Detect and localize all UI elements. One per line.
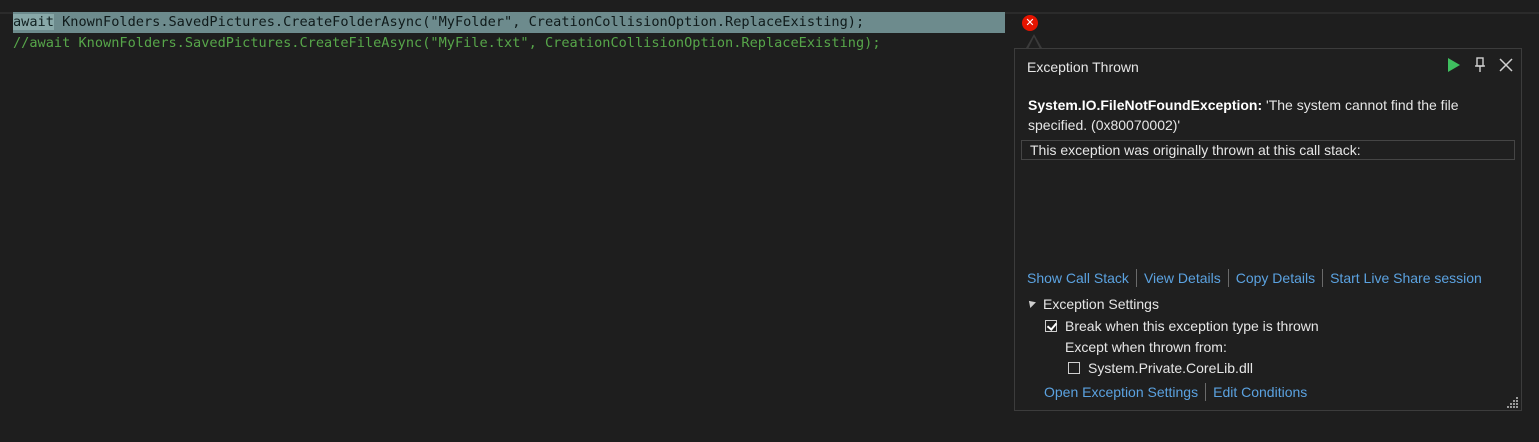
code-line-1-text: KnownFolders.SavedPictures.CreateFolderA…	[53, 14, 865, 30]
link-separator	[1322, 269, 1324, 287]
open-exception-settings-link[interactable]: Open Exception Settings	[1044, 384, 1198, 400]
bottom-links: Open Exception Settings Edit Conditions	[1044, 382, 1307, 402]
continue-button[interactable]	[1445, 56, 1463, 74]
resize-grip-icon[interactable]	[1507, 396, 1519, 408]
edit-conditions-link[interactable]: Edit Conditions	[1213, 384, 1307, 400]
exception-message: System.IO.FileNotFoundException: 'The sy…	[1028, 95, 1508, 135]
exception-type: System.IO.FileNotFoundException:	[1028, 97, 1263, 113]
link-separator	[1135, 269, 1137, 287]
action-links: Show Call Stack View Details Copy Detail…	[1027, 268, 1482, 288]
code-line-1[interactable]: await KnownFolders.SavedPictures.CreateF…	[13, 12, 865, 32]
error-close-icon[interactable]: ✕	[1022, 15, 1038, 31]
close-icon	[1499, 58, 1513, 72]
code-line-2[interactable]: //await KnownFolders.SavedPictures.Creat…	[13, 33, 881, 53]
show-call-stack-link[interactable]: Show Call Stack	[1027, 270, 1129, 286]
except-when-label: Except when thrown from:	[1065, 339, 1227, 355]
corelib-checkbox[interactable]	[1068, 362, 1080, 374]
break-when-thrown-label: Break when this exception type is thrown	[1065, 318, 1319, 334]
popup-title: Exception Thrown	[1027, 59, 1139, 75]
exception-settings-label: Exception Settings	[1043, 296, 1159, 312]
exception-settings-toggle[interactable]: Exception Settings	[1026, 296, 1159, 312]
close-button[interactable]	[1497, 56, 1515, 74]
link-separator	[1227, 269, 1229, 287]
corelib-row[interactable]: System.Private.CoreLib.dll	[1068, 360, 1253, 376]
live-share-link[interactable]: Start Live Share session	[1330, 270, 1482, 286]
view-details-link[interactable]: View Details	[1144, 270, 1221, 286]
popup-title-actions	[1445, 55, 1515, 75]
pin-button[interactable]	[1471, 56, 1489, 74]
exception-popup: Exception Thrown System.IO.FileNotFoundE…	[1014, 48, 1522, 411]
expand-triangle-icon	[1026, 298, 1036, 308]
play-icon	[1448, 58, 1460, 72]
call-stack-header: This exception was originally thrown at …	[1021, 140, 1515, 160]
break-when-thrown-row[interactable]: Break when this exception type is thrown	[1045, 318, 1319, 334]
copy-details-link[interactable]: Copy Details	[1236, 270, 1315, 286]
pin-icon	[1475, 57, 1485, 72]
corelib-label: System.Private.CoreLib.dll	[1088, 360, 1253, 376]
break-when-thrown-checkbox[interactable]	[1045, 320, 1057, 332]
keyword-await: await	[13, 14, 54, 30]
link-separator	[1205, 383, 1207, 401]
